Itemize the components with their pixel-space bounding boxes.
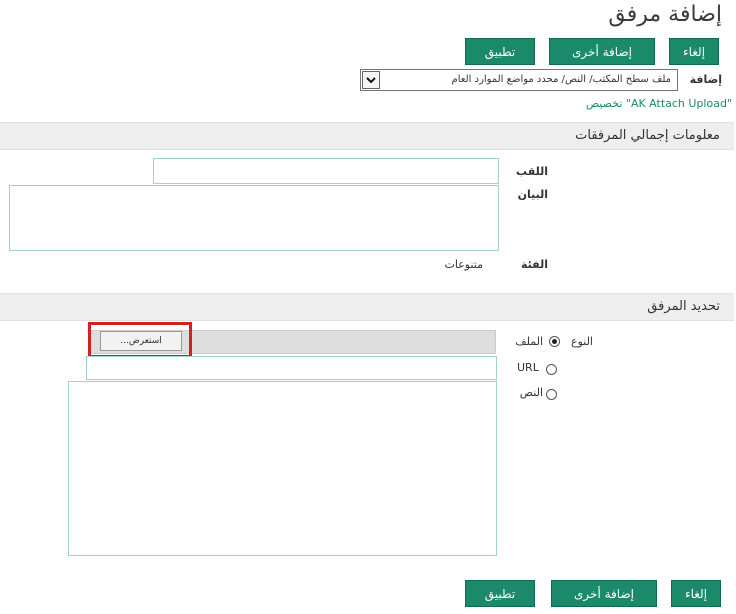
add-type-value: ملف سطح المكتب/ النص/ محدد مواضع الموارد… xyxy=(451,74,671,85)
cancel-button-bottom[interactable]: إلغاء xyxy=(671,580,721,607)
category-value: متنوعات xyxy=(444,258,483,271)
url-input[interactable] xyxy=(86,356,497,380)
add-another-button[interactable]: إضافة أخرى xyxy=(549,38,655,65)
page-title: إضافة مرفق xyxy=(608,2,722,27)
chevron-down-icon[interactable] xyxy=(362,71,380,89)
radio-file[interactable] xyxy=(549,336,560,347)
radio-text-label: النص xyxy=(519,386,543,399)
apply-button[interactable]: تطبيق xyxy=(465,38,535,65)
attachment-section-header: تحديد المرفق xyxy=(0,293,734,321)
text-content-textarea[interactable] xyxy=(68,381,497,556)
customize-link[interactable]: تخصيص "AK Attach Upload" xyxy=(586,97,732,110)
radio-url-label: URL xyxy=(517,361,539,374)
radio-text[interactable] xyxy=(546,389,557,400)
add-another-button-bottom[interactable]: إضافة أخرى xyxy=(551,580,657,607)
description-label: البيان xyxy=(517,188,548,201)
browse-button[interactable]: ...استعرض xyxy=(100,331,182,351)
summary-section-title: معلومات إجمالي المرفقات xyxy=(575,128,720,143)
title-input[interactable] xyxy=(153,158,499,184)
title-label: اللقب xyxy=(516,165,548,178)
type-label: النوع xyxy=(571,335,593,348)
radio-file-label: الملف xyxy=(515,335,543,348)
description-textarea[interactable] xyxy=(9,185,499,251)
apply-button-bottom[interactable]: تطبيق xyxy=(465,580,535,607)
cancel-button[interactable]: إلغاء xyxy=(669,38,719,65)
add-type-select[interactable]: ملف سطح المكتب/ النص/ محدد مواضع الموارد… xyxy=(360,69,678,91)
summary-section-header: معلومات إجمالي المرفقات xyxy=(0,122,734,150)
category-label: الفئة xyxy=(521,258,548,271)
attachment-section-title: تحديد المرفق xyxy=(647,299,720,314)
add-label: إضافة xyxy=(689,73,722,86)
radio-url[interactable] xyxy=(546,364,557,375)
